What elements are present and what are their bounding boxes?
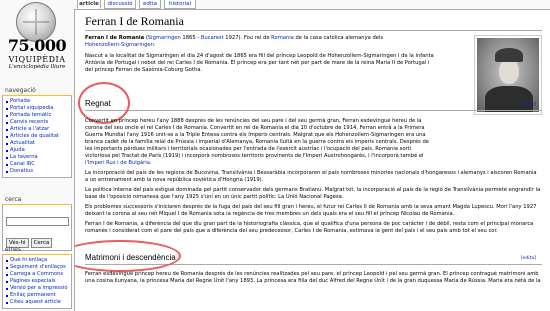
navigation-title: navegació — [5, 87, 36, 94]
sidebar-item-taverna[interactable]: La taverna — [6, 154, 69, 161]
title-divider — [85, 30, 542, 31]
tools-item-related-changes[interactable]: Seguiment d'enllaços — [6, 264, 69, 271]
tab-history[interactable]: historial — [164, 0, 196, 9]
tools-item-permalink[interactable]: Enllaç permanent — [6, 292, 69, 299]
regnat-p4-line-2: deixant la corona al seu nét Miquel I de… — [85, 211, 455, 217]
sidebar-item-ajuda[interactable]: Ajuda — [6, 147, 69, 154]
sidebar-item-articles-qualitat[interactable]: Articles de qualitat — [6, 133, 69, 140]
regnat-p3-line-2: base de l'oposició romanesa que l'any 19… — [85, 194, 344, 200]
sidebar-item-portal[interactable]: Portal viquipèdia — [6, 105, 69, 112]
regnat-p2-line-2: a un entrenament amb la nova república s… — [85, 177, 264, 183]
logo-tagline: L'enciclopèdia lliure — [8, 64, 66, 70]
tools-item-what-links-here[interactable]: Què hi enllaça — [6, 257, 69, 264]
search-title: cerca — [5, 196, 22, 203]
tools-item-printable[interactable]: Versió per a impressió — [6, 285, 69, 292]
sidebar-item-portada-tematic[interactable]: Portada temàtic — [6, 112, 69, 119]
tools-item-cite[interactable]: Citeu aquest article — [6, 299, 69, 306]
search-input[interactable] — [6, 216, 69, 226]
link-romania[interactable]: Romania — [271, 35, 294, 41]
sidebar-item-portada[interactable]: Portada — [6, 98, 69, 105]
sidebar-item-canal-irc[interactable]: Canal IRC — [6, 161, 69, 168]
page-title: Ferran I de Romania — [85, 14, 184, 28]
sidebar-item-article-atzar[interactable]: Article a l'atzar — [6, 126, 69, 133]
navigation-body: Portada Portal viquipèdia Portada temàti… — [2, 95, 72, 178]
tools-title: eines — [5, 246, 21, 253]
search-portlet: cerca Vés-hi Cerca — [2, 196, 72, 251]
intro-line-5: del príncep Ferran de Saxònia-Coburg Got… — [85, 67, 203, 73]
regnat-p5-line-2: romanès i considerat com el pare del paí… — [85, 228, 498, 234]
annotation-circle — [75, 240, 181, 272]
tools-item-special-pages[interactable]: Pàgines especials — [6, 278, 69, 285]
tools-body: Què hi enllaça Seguiment d'enllaços Carr… — [2, 254, 72, 309]
matrimoni-line-2: una cosina llunyana, la princesa Maria d… — [85, 278, 541, 284]
tab-discussion[interactable]: discussió — [104, 0, 136, 9]
logo-wordmark: VIQUIPÈDIA — [8, 55, 66, 64]
tab-article[interactable]: article — [77, 0, 101, 9]
portrait-photo — [477, 38, 539, 112]
tools-portlet: eines Què hi enllaça Seguiment d'enllaço… — [2, 246, 72, 309]
tools-item-upload-commons[interactable]: Carrega a Commons — [6, 271, 69, 278]
intro-line-2[interactable]: Hohenzollern-Sigmaringen. — [85, 42, 156, 49]
article-content: Ferran I de Romania Ferran I de Romania … — [74, 9, 550, 311]
logo-article-count: 75.000 — [7, 36, 67, 55]
intro-subject: Ferran I de Romania — [85, 35, 145, 41]
tab-edit[interactable]: edita — [139, 0, 161, 9]
link-sigmaringen[interactable]: Sigmaringen — [148, 35, 181, 41]
regnat-line-7[interactable]: l'Imperi Rus i de Bulgària. — [85, 160, 152, 167]
section-edit-link-regnat[interactable]: [edita] — [521, 102, 536, 107]
viquipedia-logo[interactable]: 75.000 VIQUIPÈDIA L'enciclopèdia lliure — [0, 0, 72, 72]
sidebar-item-donatius[interactable]: Donatius — [6, 168, 69, 175]
sidebar-item-actualitat[interactable]: Actualitat — [6, 140, 69, 147]
sidebar-item-canvis-recents[interactable]: Canvis recents — [6, 119, 69, 126]
section-edit-link-matrimoni[interactable]: [edita] — [521, 256, 536, 261]
search-body: Vés-hi Cerca — [2, 204, 72, 251]
navigation-portlet: navegació Portada Portal viquipèdia Port… — [2, 87, 72, 178]
section-divider — [85, 110, 542, 111]
link-bucarest[interactable]: Bucarest — [201, 35, 224, 41]
